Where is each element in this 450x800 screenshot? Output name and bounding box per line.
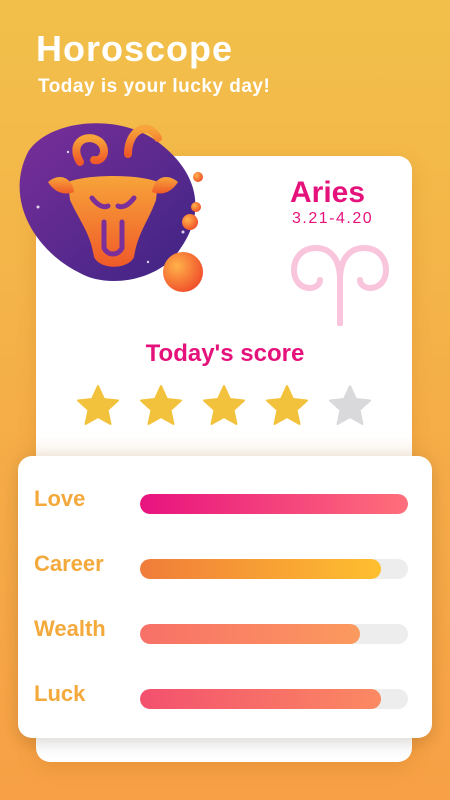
aries-symbol-icon: [290, 244, 390, 326]
metric-bar-fill: [140, 494, 408, 514]
fortune-panel: Love Career Wealth Luck: [18, 456, 432, 738]
sign-dates: 3.21-4.20: [292, 210, 374, 227]
ram-head-icon: [19, 123, 203, 292]
sign-name: Aries: [290, 176, 366, 209]
star-icon: [77, 385, 119, 425]
metric-row-love: Love: [18, 480, 432, 520]
score-title: Today's score: [145, 340, 305, 367]
star-icon: [203, 385, 245, 425]
metric-track: [140, 624, 408, 644]
star-icon: [329, 385, 371, 425]
metric-label: Luck: [34, 681, 86, 706]
metric-row-career: Career: [18, 545, 432, 585]
metric-bar-fill: [140, 624, 360, 644]
metric-track: [140, 494, 408, 514]
star-icon: [266, 385, 308, 425]
metric-row-wealth: Wealth: [18, 610, 432, 650]
metric-track: [140, 689, 408, 709]
metric-bar-fill: [140, 689, 382, 709]
metric-row-luck: Luck: [18, 675, 432, 715]
metric-label: Career: [34, 551, 104, 576]
app-subtitle: Today is your lucky day!: [38, 76, 271, 97]
metric-label: Love: [34, 486, 86, 511]
star-icon: [140, 385, 182, 425]
metric-bar-fill: [140, 559, 382, 579]
star-rating: [74, 382, 380, 432]
app-title: Horoscope: [36, 28, 234, 69]
metric-label: Wealth: [34, 616, 106, 641]
metric-track: [140, 559, 408, 579]
